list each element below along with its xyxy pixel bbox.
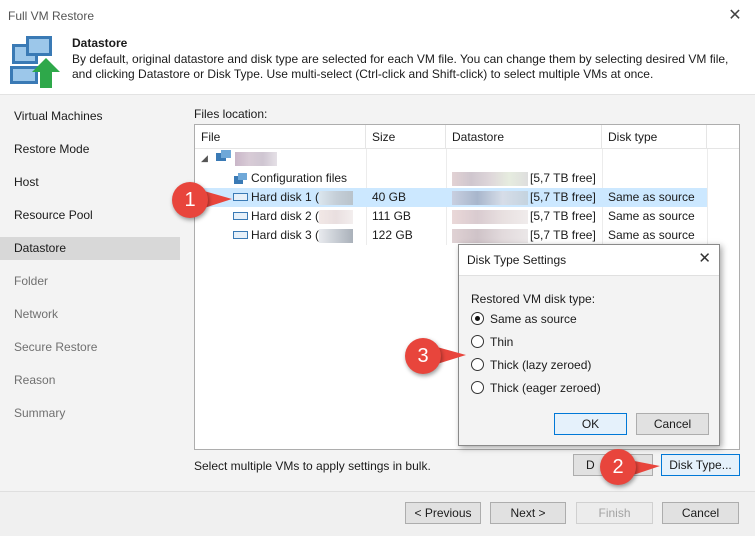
radio-same-as-source[interactable]: Same as source xyxy=(471,310,577,328)
row-file: Configuration files xyxy=(251,171,348,185)
radio-empty-icon xyxy=(471,381,484,395)
window-title: Full VM Restore xyxy=(8,9,95,23)
datastore-name-redacted xyxy=(452,169,528,188)
column-header-size[interactable]: Size xyxy=(366,125,446,149)
datastore-name-redacted xyxy=(452,226,528,245)
files-location-label: Files location: xyxy=(194,107,268,121)
step-host[interactable]: Host xyxy=(0,171,180,194)
radio-label: Thin xyxy=(490,335,514,349)
table-row[interactable]: Configuration files [5,7 TB free] xyxy=(195,169,707,188)
row-datastore: [5,7 TB free] xyxy=(530,171,596,185)
step-folder: Folder xyxy=(14,274,49,288)
column-header-file[interactable]: File xyxy=(195,125,366,149)
dialog-close-icon[interactable]: ✕ xyxy=(698,249,711,267)
row-size: 111 GB xyxy=(372,209,411,223)
row-datastore: [5,7 TB free] xyxy=(530,190,596,204)
bulk-note: Select multiple VMs to apply settings in… xyxy=(194,459,431,473)
page-title: Datastore xyxy=(72,36,128,50)
row-datastore: [5,7 TB free] xyxy=(530,228,596,242)
row-disk-type: Same as source xyxy=(608,228,695,242)
disk-icon xyxy=(233,188,251,207)
row-file: Hard disk 1 ( xyxy=(251,190,320,204)
collapse-arrow-icon[interactable]: ◢ xyxy=(201,149,208,168)
radio-selected-icon xyxy=(471,312,484,326)
step-network: Network xyxy=(14,307,59,321)
disk-icon xyxy=(233,207,251,226)
disk-type-button[interactable]: Disk Type... xyxy=(661,454,740,476)
disk-name-redacted xyxy=(319,226,353,245)
step-datastore[interactable]: Datastore xyxy=(0,237,180,260)
step-reason: Reason xyxy=(14,373,56,387)
disk-name-redacted xyxy=(319,188,353,207)
callout-badge-2: 2 xyxy=(600,449,636,485)
datastore-name-redacted xyxy=(452,188,528,207)
step-virtual-machines[interactable]: Virtual Machines xyxy=(0,105,180,128)
close-icon[interactable]: ✕ xyxy=(725,5,745,25)
folder-icon xyxy=(233,169,252,188)
step-secure-restore: Secure Restore xyxy=(14,340,98,354)
radio-thick-eager[interactable]: Thick (eager zeroed) xyxy=(471,379,601,397)
row-disk-type: Same as source xyxy=(608,209,695,223)
dialog-ok-button[interactable]: OK xyxy=(554,413,627,435)
disk-type-label: Restored VM disk type: xyxy=(471,292,596,306)
vm-icon xyxy=(215,149,233,168)
radio-thin[interactable]: Thin xyxy=(471,333,513,351)
finish-button: Finish xyxy=(576,502,653,524)
wizard-footer: < Previous Next > Finish Cancel xyxy=(0,491,755,536)
row-size: 122 GB xyxy=(372,228,413,242)
column-header-datastore[interactable]: Datastore xyxy=(446,125,602,149)
column-header-filler xyxy=(707,125,739,149)
vm-name-redacted xyxy=(235,149,277,168)
table-row[interactable]: Hard disk 3 ( 122 GB [5,7 TB free] Same … xyxy=(195,226,707,245)
disk-name-redacted xyxy=(319,207,353,226)
page-description: By default, original datastore and disk … xyxy=(72,52,729,81)
dialog-body: Restored VM disk type: Same as source Th… xyxy=(459,275,719,445)
table-row-selected[interactable]: Hard disk 1 ( 40 GB [5,7 TB free] Same a… xyxy=(195,188,707,207)
dialog-title: Disk Type Settings xyxy=(467,253,567,267)
column-divider xyxy=(707,149,708,245)
disk-icon xyxy=(233,226,251,245)
radio-label: Thick (eager zeroed) xyxy=(490,381,601,395)
row-file: Hard disk 2 ( xyxy=(251,209,320,223)
title-bar: Full VM Restore ✕ xyxy=(0,0,755,30)
row-file: Hard disk 3 ( xyxy=(251,228,320,242)
callout-badge-1: 1 xyxy=(172,182,208,218)
vm-tree-node[interactable]: ◢ xyxy=(195,149,707,169)
radio-label: Same as source xyxy=(490,312,577,326)
radio-empty-icon xyxy=(471,358,484,372)
dialog-cancel-button[interactable]: Cancel xyxy=(636,413,709,435)
previous-button[interactable]: < Previous xyxy=(405,502,481,524)
wizard-steps: Virtual Machines Restore Mode Host Resou… xyxy=(0,95,180,491)
disk-type-dialog: Disk Type Settings ✕ Restored VM disk ty… xyxy=(458,244,720,446)
row-disk-type: Same as source xyxy=(608,190,695,204)
row-datastore: [5,7 TB free] xyxy=(530,209,596,223)
restore-vm-icon xyxy=(10,36,60,88)
radio-label: Thick (lazy zeroed) xyxy=(490,358,592,372)
step-summary: Summary xyxy=(14,406,66,420)
next-button[interactable]: Next > xyxy=(490,502,566,524)
wizard-header: Datastore By default, original datastore… xyxy=(0,30,755,94)
column-header-disk-type[interactable]: Disk type xyxy=(602,125,707,149)
datastore-name-redacted xyxy=(452,207,528,226)
cancel-button[interactable]: Cancel xyxy=(662,502,739,524)
step-restore-mode[interactable]: Restore Mode xyxy=(0,138,180,161)
table-row[interactable]: Hard disk 2 ( 111 GB [5,7 TB free] Same … xyxy=(195,207,707,226)
row-size: 40 GB xyxy=(372,190,407,204)
step-resource-pool[interactable]: Resource Pool xyxy=(0,204,180,227)
callout-badge-3: 3 xyxy=(405,338,441,374)
radio-thick-lazy[interactable]: Thick (lazy zeroed) xyxy=(471,356,591,374)
radio-empty-icon xyxy=(471,335,484,349)
